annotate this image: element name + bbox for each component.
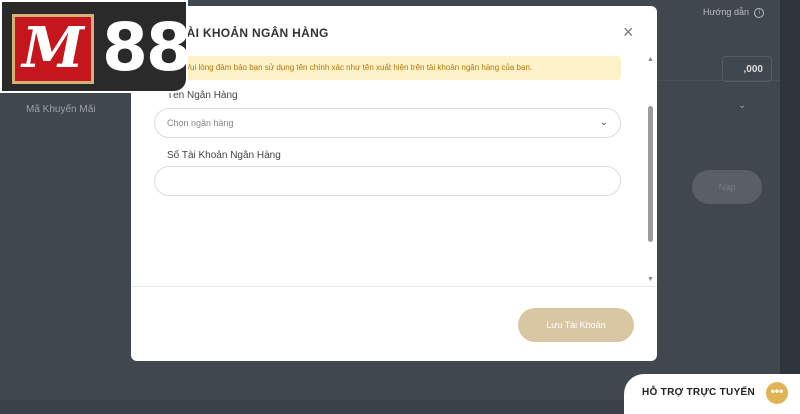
bank-select-placeholder: Chọn ngân hàng xyxy=(167,118,234,128)
logo-number: 88 xyxy=(102,9,192,86)
save-account-button[interactable]: Lưu Tài Khoản xyxy=(518,308,634,342)
account-number-input[interactable] xyxy=(154,166,621,196)
bank-account-modal: TÀI KHOẢN NGÂN HÀNG × Vui lòng đảm bảo b… xyxy=(131,6,657,361)
amount-field[interactable]: ,000 xyxy=(722,56,772,82)
background-edge xyxy=(780,0,800,400)
deposit-button[interactable]: Nạp xyxy=(692,170,762,204)
close-icon[interactable]: × xyxy=(623,22,634,43)
modal-body: Vui lòng đảm bảo bạn sử dụng tên chính x… xyxy=(131,52,657,286)
scroll-down-arrow-icon[interactable]: ▼ xyxy=(647,276,654,283)
live-support-widget[interactable]: HỖ TRỢ TRỰC TUYẾN ••• xyxy=(624,374,800,414)
guide-link[interactable]: Hướng dẫn i xyxy=(703,7,765,18)
notice-banner: Vui lòng đảm bảo bạn sử dụng tên chính x… xyxy=(157,56,621,80)
logo-m-mark: M xyxy=(12,14,94,84)
brand-logo: M 88 xyxy=(0,0,192,93)
support-label: HỖ TRỢ TRỰC TUYẾN xyxy=(642,387,756,398)
chevron-down-icon: ⌄ xyxy=(599,117,608,128)
chevron-down-icon[interactable]: ⌄ xyxy=(738,100,746,111)
scroll-up-arrow-icon[interactable]: ▲ xyxy=(647,56,654,63)
bank-select[interactable]: Chọn ngân hàng ⌄ xyxy=(154,108,621,138)
guide-label: Hướng dẫn xyxy=(703,7,749,17)
promo-label: Mã Khuyến Mãi xyxy=(26,104,96,115)
chat-icon: ••• xyxy=(766,382,788,404)
account-number-label: Số Tài Khoản Ngân Hàng xyxy=(167,150,281,161)
modal-title: TÀI KHOẢN NGÂN HÀNG xyxy=(179,26,329,40)
scrollbar-thumb[interactable] xyxy=(648,106,653,242)
footer-divider xyxy=(131,286,657,287)
info-icon: i xyxy=(754,7,765,18)
